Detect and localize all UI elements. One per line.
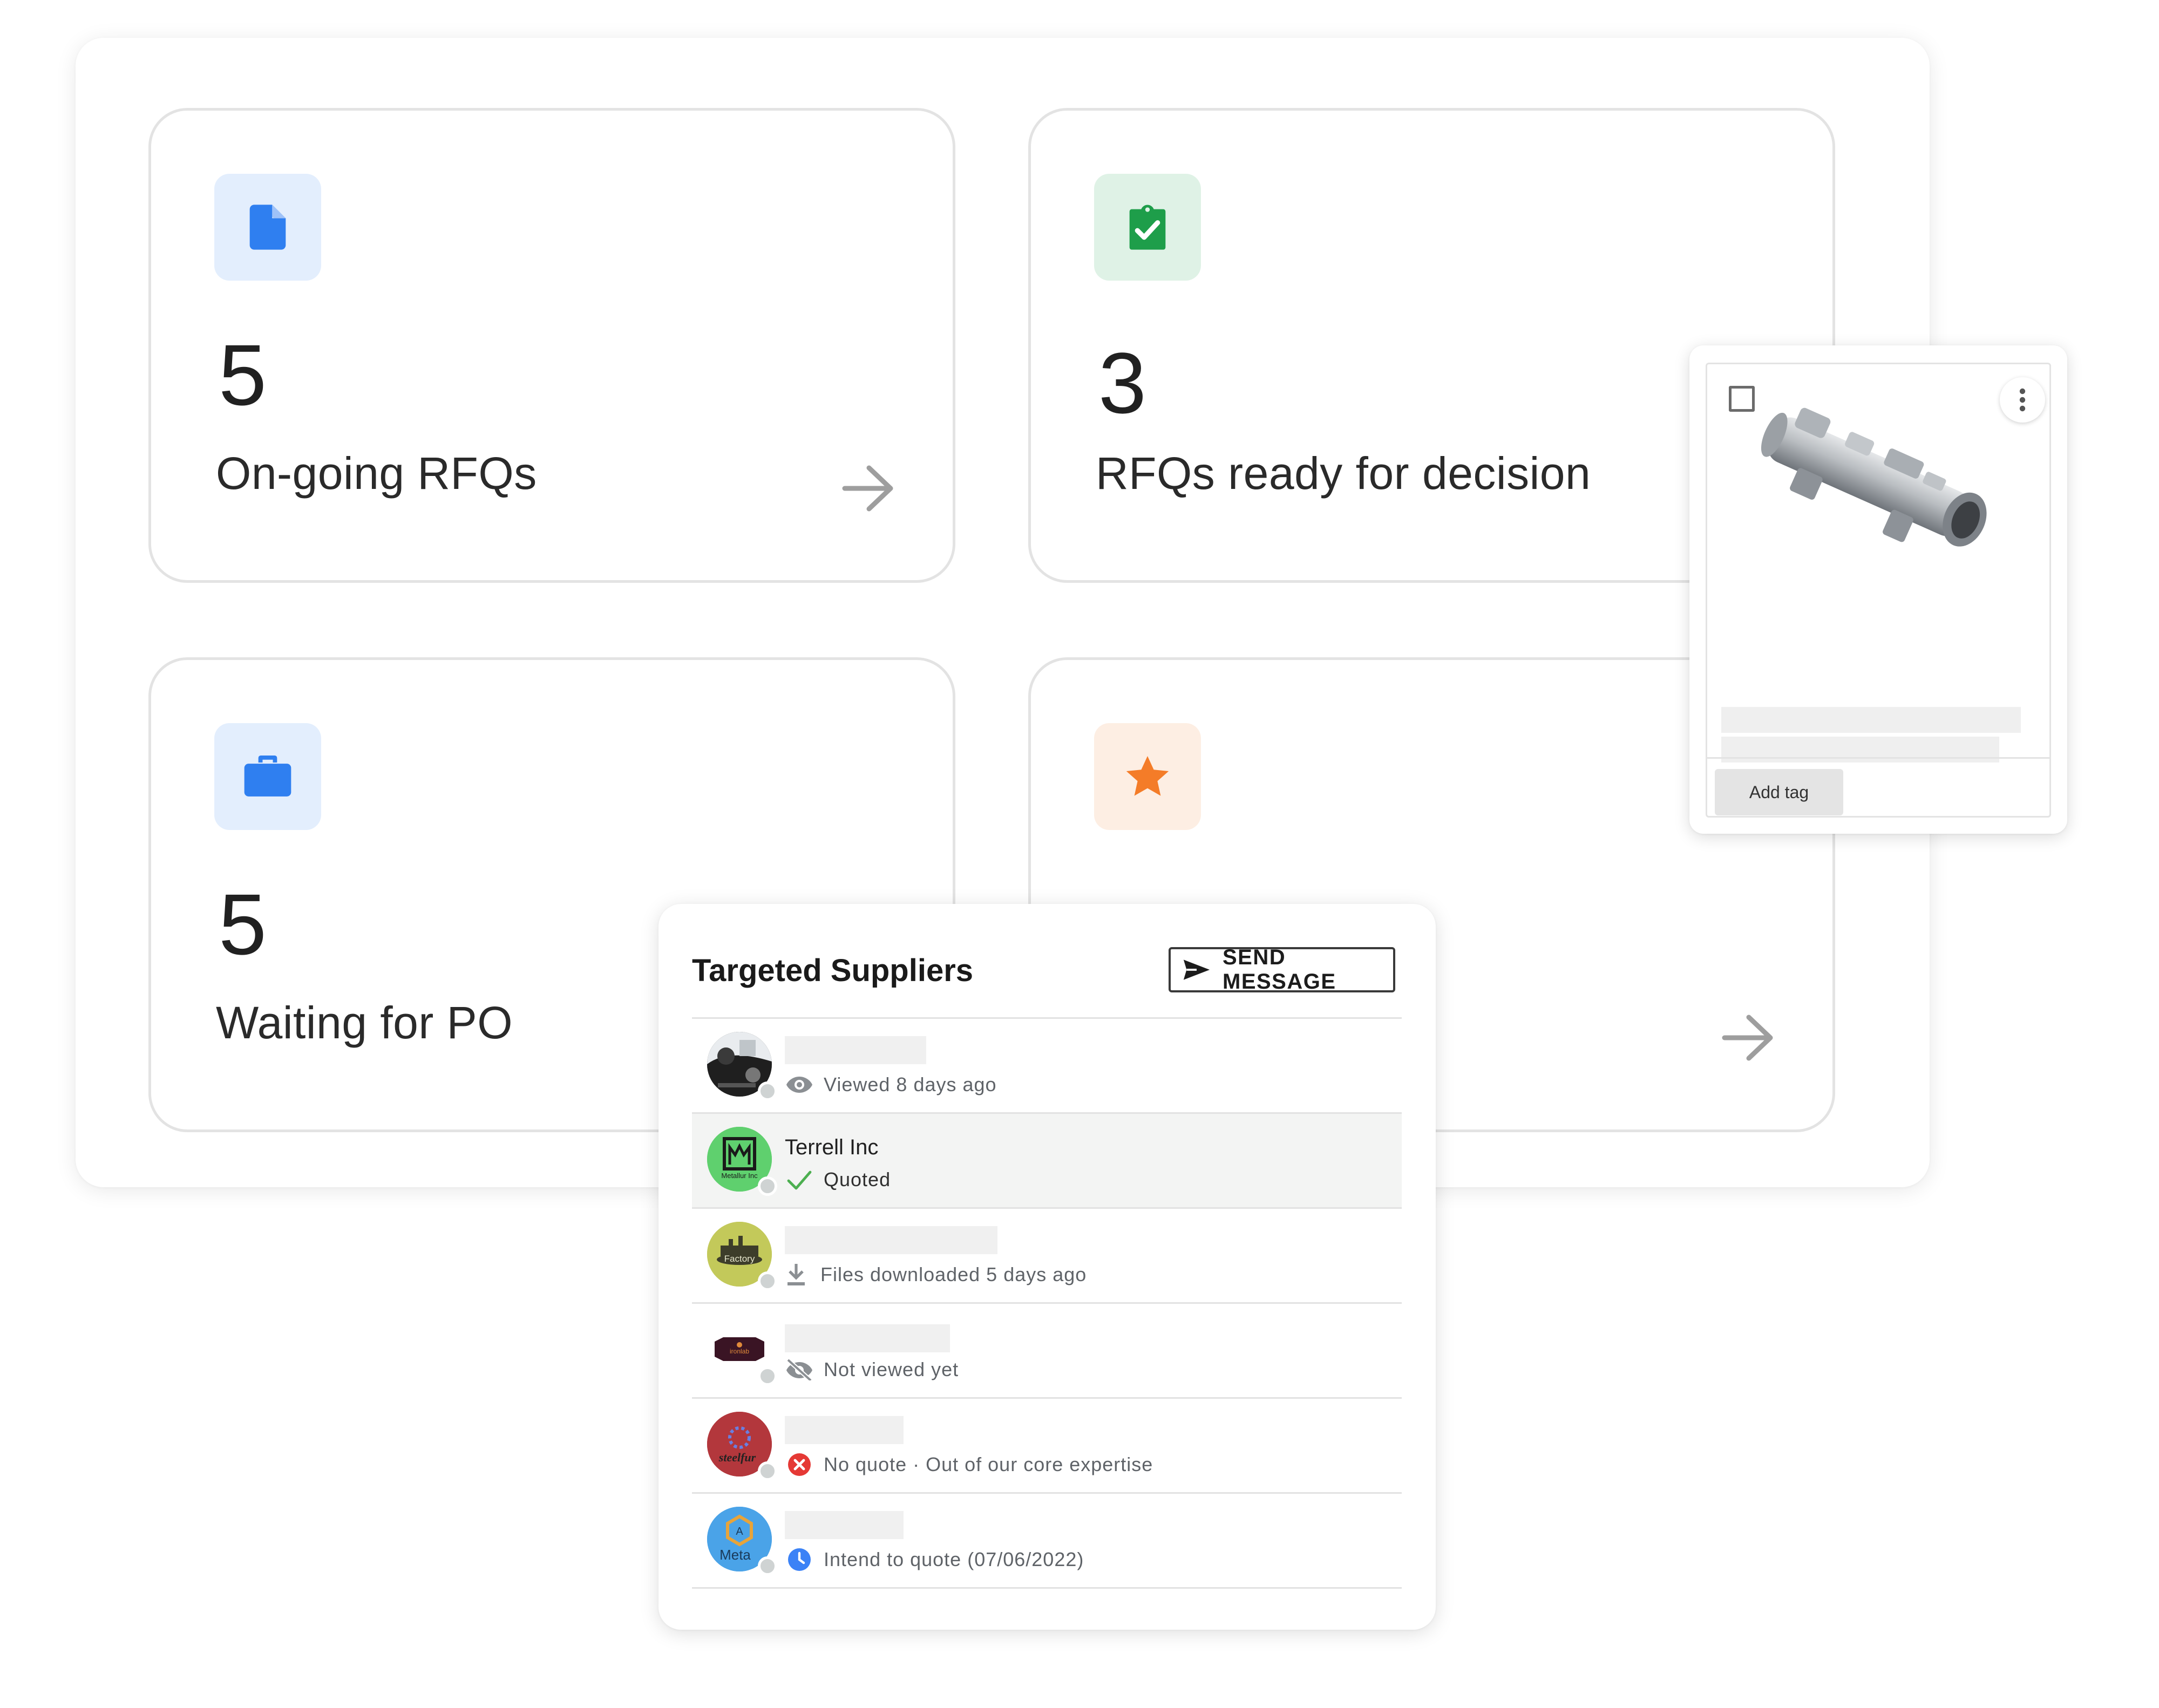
part-image [1761, 407, 1987, 547]
supplier-status: Viewed 8 days ago [785, 1073, 997, 1097]
avatar-text: steelfur [718, 1451, 756, 1464]
eye-icon [785, 1073, 814, 1097]
supplier-name-placeholder [785, 1324, 950, 1352]
send-message-button[interactable]: SEND MESSAGE [1169, 945, 1395, 994]
supplier-name: Terrell Inc [785, 1135, 879, 1159]
stat-count: 5 [219, 326, 267, 423]
star-icon [1094, 723, 1201, 830]
supplier-row[interactable]: steelfur No quote · Out of our core expe… [692, 1397, 1402, 1492]
product-card: Add tag [1689, 345, 2067, 834]
supplier-row[interactable]: A Meta Intend to quote (07/06/2022) [692, 1492, 1402, 1589]
supplier-name-placeholder [785, 1226, 997, 1254]
supplier-status-text: Viewed 8 days ago [824, 1073, 997, 1095]
send-icon [1183, 960, 1210, 980]
avatar-text: Factory [724, 1254, 755, 1264]
supplier-status: Not viewed yet [785, 1358, 959, 1382]
briefcase-icon [214, 723, 321, 830]
supplier-status: Files downloaded 5 days ago [782, 1263, 1087, 1287]
svg-text:A: A [736, 1526, 743, 1537]
title-placeholder [1721, 707, 2021, 733]
supplier-name-placeholder [785, 1511, 904, 1539]
clock-icon [785, 1548, 814, 1571]
stat-label: On-going RFQs [216, 448, 537, 499]
avatar-text: Meta [719, 1547, 751, 1563]
presence-dot [758, 1556, 777, 1576]
send-message-label: SEND MESSAGE [1223, 945, 1336, 994]
stat-label: Waiting for PO [216, 997, 513, 1048]
supplier-list: Viewed 8 days ago Metallur Inc Terrell I… [692, 1017, 1402, 1589]
avatar-text: Metallur Inc [721, 1172, 758, 1180]
supplier-status-text: Quoted [824, 1168, 891, 1190]
presence-dot [758, 1081, 777, 1101]
product-card-inner: Add tag [1706, 363, 2051, 818]
supplier-status-text: Intend to quote (07/06/2022) [824, 1548, 1084, 1570]
supplier-row[interactable]: Factory Files downloaded 5 days ago [692, 1207, 1402, 1302]
arrow-right-icon[interactable] [1719, 1011, 1778, 1065]
supplier-row[interactable]: Metallur Inc Terrell Inc Quoted [692, 1112, 1402, 1207]
supplier-status-text: No quote · Out of our core expertise [824, 1453, 1153, 1475]
presence-dot [758, 1271, 777, 1291]
presence-dot [758, 1176, 777, 1196]
x-circle-icon [785, 1453, 814, 1476]
supplier-status-text: Files downloaded 5 days ago [820, 1263, 1087, 1285]
supplier-name-placeholder [785, 1416, 904, 1444]
supplier-status: Intend to quote (07/06/2022) [785, 1548, 1084, 1571]
download-icon [782, 1263, 811, 1287]
check-icon [785, 1168, 814, 1192]
supplier-row[interactable]: Viewed 8 days ago [692, 1017, 1402, 1112]
add-tag-button[interactable]: Add tag [1715, 769, 1843, 815]
targeted-suppliers-panel: Targeted Suppliers SEND MESSAGE Viewed 8… [658, 904, 1436, 1630]
stat-count: 5 [219, 876, 267, 972]
supplier-status-text: Not viewed yet [824, 1358, 959, 1380]
stat-label: RFQs ready for decision [1096, 448, 1591, 499]
presence-dot [758, 1366, 777, 1386]
more-vert-icon [2019, 388, 2026, 412]
supplier-name-placeholder [785, 1036, 926, 1064]
divider [1707, 757, 2049, 759]
eye-off-icon [785, 1358, 814, 1382]
panel-title: Targeted Suppliers [692, 953, 974, 988]
stat-card-ongoing-rfqs[interactable]: 5 On-going RFQs [148, 108, 955, 583]
presence-dot [758, 1461, 777, 1481]
supplier-row[interactable]: ironlab Not viewed yet [692, 1302, 1402, 1397]
supplier-status: Quoted [785, 1168, 891, 1192]
stat-count: 3 [1098, 335, 1146, 431]
clipboard-check-icon [1094, 174, 1201, 281]
supplier-status: No quote · Out of our core expertise [785, 1453, 1153, 1476]
document-icon [214, 174, 321, 281]
arrow-right-icon[interactable] [839, 461, 899, 515]
avatar-text: ironlab [730, 1348, 749, 1355]
